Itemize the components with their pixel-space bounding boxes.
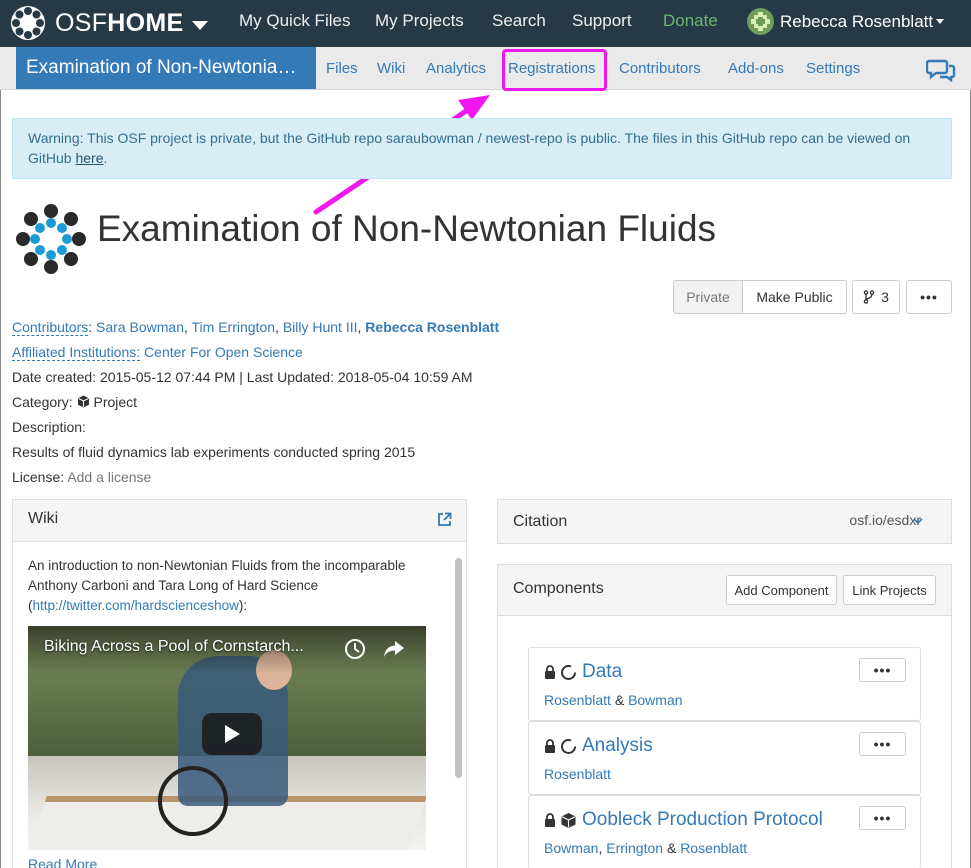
citation-url: osf.io/esdxr: [849, 512, 921, 528]
component-contributors: Bowman, Errington & Rosenblatt: [544, 840, 747, 856]
component-title[interactable]: Data: [582, 661, 622, 683]
component-menu-button[interactable]: •••: [859, 806, 906, 830]
lock-icon: [545, 665, 555, 679]
share-icon[interactable]: [382, 638, 406, 660]
component-menu-button[interactable]: •••: [859, 732, 906, 756]
institution-link[interactable]: Center For Open Science: [144, 344, 303, 360]
dates-line: Date created: 2015-05-12 07:44 PM | Last…: [12, 369, 473, 385]
contributor-link[interactable]: Rosenblatt: [544, 766, 611, 782]
contributor-link[interactable]: Rebecca Rosenblatt: [365, 319, 499, 335]
warning-text: Warning: This OSF project is private, bu…: [28, 130, 911, 166]
play-button[interactable]: [202, 713, 262, 755]
license-label: License:: [12, 469, 65, 485]
component-title[interactable]: Analysis: [582, 735, 653, 757]
category-label: Category:: [12, 394, 73, 410]
more-icon: •••: [873, 810, 892, 826]
component-contributors: Rosenblatt & Bowman: [544, 692, 683, 708]
components-title: Components: [513, 580, 604, 597]
read-more-link[interactable]: Read More: [28, 856, 97, 868]
private-button[interactable]: Private: [673, 280, 743, 314]
cube-icon: [77, 395, 89, 408]
contributors-label[interactable]: Contributors: [12, 319, 89, 336]
components-panel-header: Components Add Component Link Projects: [498, 565, 951, 616]
lock-icon: [545, 813, 555, 827]
contributor-link[interactable]: Sara Bowman: [96, 319, 184, 335]
wiki-panel: Wiki An introduction to non-Newtonian Fl…: [12, 499, 467, 868]
more-icon: •••: [920, 289, 938, 305]
component-card-oobleck: Oobleck Production Protocol Bowman, Erri…: [528, 795, 921, 868]
watch-later-icon[interactable]: [344, 638, 366, 660]
citation-title: Citation: [513, 513, 568, 530]
component-title-row: Data: [544, 661, 622, 683]
citation-panel-header: Citation osf.io/esdxr: [498, 500, 951, 543]
category-value: Project: [93, 394, 138, 410]
fork-count: 3: [881, 289, 889, 305]
license-line: License: Add a license: [12, 469, 151, 485]
warning-end: .: [103, 150, 108, 166]
affiliated-institutions-line: Affiliated Institutions: Center For Open…: [12, 344, 303, 361]
component-title-row: Oobleck Production Protocol: [544, 809, 823, 831]
component-card-analysis: Analysis Rosenblatt •••: [528, 721, 921, 795]
contributor-link[interactable]: Tim Errington: [192, 319, 276, 335]
play-icon: [225, 725, 240, 743]
wiki-text-end: ):: [238, 598, 248, 613]
separator: &: [663, 840, 681, 856]
chevron-down-icon[interactable]: [913, 518, 923, 525]
wiki-content: An introduction to non-Newtonian Fluids …: [28, 556, 428, 616]
video-title[interactable]: Biking Across a Pool of Cornstarch...: [44, 638, 304, 656]
component-contributors: Rosenblatt: [544, 766, 611, 782]
description-text: Results of fluid dynamics lab experiment…: [12, 444, 416, 460]
contributor-link[interactable]: Bowman: [628, 692, 682, 708]
category-line: Category: Project: [12, 394, 137, 410]
cube-icon: [561, 812, 576, 828]
component-title-row: Analysis: [544, 735, 653, 757]
separator: &: [610, 692, 629, 708]
add-component-button[interactable]: Add Component: [726, 575, 837, 605]
fork-button[interactable]: 3: [852, 280, 900, 314]
more-icon: •••: [873, 736, 892, 752]
contributors-line: Contributors: Sara Bowman, Tim Errington…: [12, 319, 500, 336]
more-icon: •••: [873, 662, 892, 678]
project-more-button[interactable]: •••: [906, 280, 952, 314]
wiki-panel-header: Wiki: [13, 500, 466, 542]
video-player[interactable]: Biking Across a Pool of Cornstarch...: [28, 626, 426, 850]
page-title: Examination of Non-Newtonian Fluids: [97, 208, 717, 249]
add-license-link[interactable]: Add a license: [67, 469, 151, 485]
component-circle-icon: [561, 738, 576, 754]
components-panel: Components Add Component Link Projects D…: [497, 564, 952, 868]
contributor-link[interactable]: Errington: [606, 840, 663, 856]
lock-icon: [545, 739, 555, 753]
component-card-data: Data Rosenblatt & Bowman •••: [528, 647, 921, 721]
github-public-warning: Warning: This OSF project is private, bu…: [12, 118, 952, 179]
github-here-link[interactable]: here: [75, 150, 103, 166]
external-link-icon[interactable]: [437, 512, 452, 527]
page-frame-left: [0, 90, 1, 868]
component-title[interactable]: Oobleck Production Protocol: [582, 809, 823, 831]
video-frame-bike-wheel: [158, 766, 228, 836]
wiki-scrollbar[interactable]: [455, 558, 462, 778]
contributor-link[interactable]: Rosenblatt: [544, 692, 611, 708]
fork-icon: [863, 290, 875, 304]
project-logo-icon: [16, 204, 86, 274]
component-circle-icon: [561, 664, 576, 680]
hardscience-link[interactable]: http://twitter.com/hardscienceshow: [33, 598, 239, 613]
contributor-link[interactable]: Rosenblatt: [680, 840, 747, 856]
contributor-link[interactable]: Billy Hunt III: [283, 319, 358, 335]
citation-panel[interactable]: Citation osf.io/esdxr: [497, 499, 952, 544]
component-menu-button[interactable]: •••: [859, 658, 906, 682]
link-projects-button[interactable]: Link Projects: [843, 575, 936, 605]
wiki-scrollbar-thumb[interactable]: [455, 558, 462, 778]
contributor-link[interactable]: Bowman: [544, 840, 598, 856]
make-public-button[interactable]: Make Public: [742, 280, 847, 314]
wiki-panel-title: Wiki: [28, 510, 59, 527]
description-label: Description:: [12, 419, 86, 435]
institutions-label[interactable]: Affiliated Institutions:: [12, 344, 141, 361]
